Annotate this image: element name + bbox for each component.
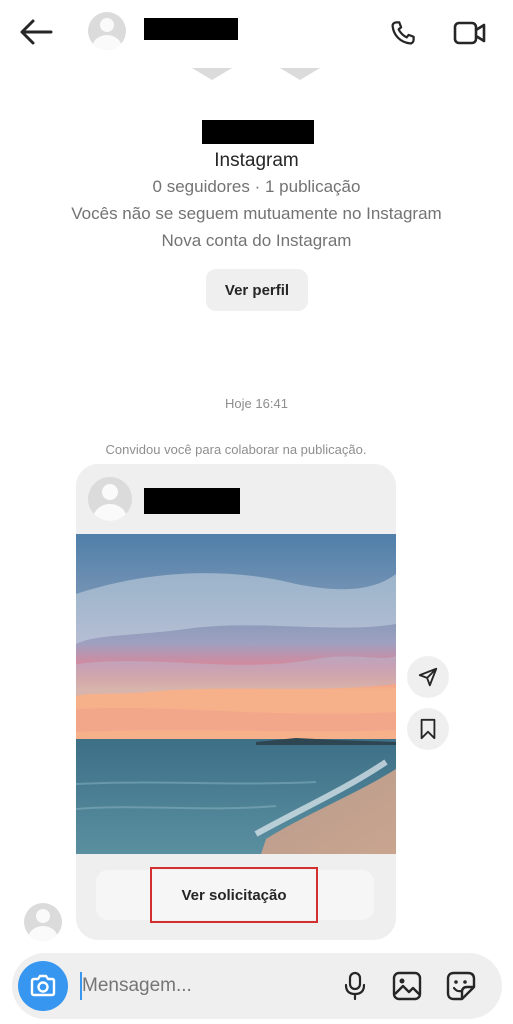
contact-avatar[interactable] bbox=[88, 12, 126, 50]
profile-avatar-partial bbox=[192, 68, 320, 80]
arrow-left-icon bbox=[20, 19, 53, 45]
gallery-icon bbox=[392, 971, 422, 1001]
profile-platform: Instagram bbox=[214, 150, 299, 171]
view-request-button[interactable]: Ver solicitação bbox=[150, 867, 318, 923]
contact-name-redacted[interactable] bbox=[144, 18, 238, 40]
post-author-avatar[interactable] bbox=[88, 477, 132, 521]
save-post-button[interactable] bbox=[407, 708, 449, 750]
chat-header bbox=[0, 0, 513, 64]
message-composer bbox=[12, 953, 502, 1019]
profile-account-note: Nova conta do Instagram bbox=[161, 231, 352, 250]
camera-icon bbox=[30, 974, 56, 997]
message-input[interactable] bbox=[82, 971, 322, 1001]
camera-button[interactable] bbox=[18, 961, 68, 1011]
paper-plane-icon bbox=[418, 667, 438, 687]
profile-mutual-status: Vocês não se seguem mutuamente no Instag… bbox=[71, 204, 442, 223]
profile-name-redacted bbox=[202, 120, 314, 144]
shared-post-card[interactable]: Ver solicitação bbox=[76, 464, 396, 940]
post-author-redacted[interactable] bbox=[144, 488, 240, 514]
profile-stats: 0 seguidores · 1 publicação bbox=[152, 177, 361, 196]
sender-avatar[interactable] bbox=[24, 903, 62, 941]
post-image[interactable] bbox=[76, 534, 396, 854]
microphone-icon bbox=[344, 971, 366, 1001]
view-profile-button[interactable]: Ver perfil bbox=[206, 269, 308, 311]
sticker-icon bbox=[446, 971, 476, 1001]
sticker-button[interactable] bbox=[444, 969, 478, 1003]
call-button[interactable] bbox=[384, 14, 422, 52]
bookmark-icon bbox=[420, 718, 436, 740]
video-call-button[interactable] bbox=[450, 14, 490, 52]
share-post-button[interactable] bbox=[407, 656, 449, 698]
collab-invite-text: Convidou você para colaborar na publicaç… bbox=[105, 442, 367, 457]
gallery-button[interactable] bbox=[390, 969, 424, 1003]
back-button[interactable] bbox=[14, 14, 58, 50]
voice-message-button[interactable] bbox=[338, 969, 372, 1003]
message-timestamp: Hoje 16:41 bbox=[225, 396, 288, 411]
video-camera-icon bbox=[453, 21, 486, 45]
phone-icon bbox=[391, 21, 415, 45]
